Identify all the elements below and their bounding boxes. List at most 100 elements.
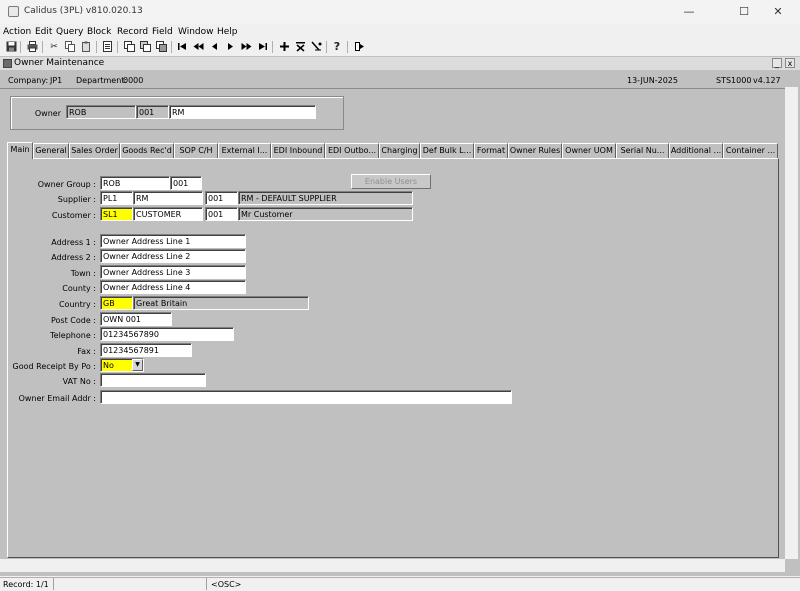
status-bar <box>0 577 800 591</box>
menu-field[interactable]: Field <box>152 27 173 37</box>
owner-code-field[interactable]: ROB <box>66 105 136 119</box>
owner-email-field[interactable] <box>100 390 512 404</box>
first-record-icon[interactable] <box>176 41 188 53</box>
horizontal-scrollbar[interactable] <box>0 559 785 572</box>
menu-edit[interactable]: Edit <box>35 27 52 37</box>
owner-email-label: Owner Email Addr : <box>18 394 96 403</box>
tab-container[interactable]: Container ... <box>723 143 778 158</box>
customer-code-field[interactable]: SL1 <box>100 207 133 221</box>
minimize-button[interactable]: — <box>675 4 703 20</box>
customer-number-field[interactable]: 001 <box>205 207 238 221</box>
status-separator <box>53 578 54 590</box>
tab-charging[interactable]: Charging <box>379 143 420 158</box>
next-set-icon[interactable] <box>240 41 252 53</box>
tab-owner-uom[interactable]: Owner UOM <box>562 143 616 158</box>
supplier-code-field[interactable]: PL1 <box>100 191 133 205</box>
post-code-label: Post Code : <box>51 316 96 325</box>
tab-external[interactable]: External I... <box>218 143 271 158</box>
tab-goods-recd[interactable]: Goods Rec'd <box>120 143 174 158</box>
divider <box>0 88 785 89</box>
tab-sop-ch[interactable]: SOP C/H <box>174 143 218 158</box>
insert-record-icon[interactable] <box>278 41 290 53</box>
telephone-field[interactable]: 01234567890 <box>100 327 234 341</box>
maximize-button[interactable]: ☐ <box>730 4 758 20</box>
version-value: v4.127 <box>753 76 781 85</box>
form-title-bar <box>0 57 800 70</box>
tab-additional[interactable]: Additional ... <box>669 143 723 158</box>
menu-action[interactable]: Action <box>3 27 31 37</box>
clear-icon[interactable] <box>101 41 113 53</box>
country-name-field[interactable]: Great Britain <box>133 296 309 310</box>
department-label: Department: <box>76 76 128 85</box>
duplicate-icon[interactable] <box>155 41 167 53</box>
menu-record[interactable]: Record <box>117 27 148 37</box>
form-close-button[interactable]: x <box>785 58 795 68</box>
owner-number-field[interactable]: 001 <box>136 105 169 119</box>
form-minimize-button[interactable]: _ <box>772 58 782 68</box>
print-icon[interactable] <box>26 41 38 53</box>
new-window-icon[interactable] <box>123 41 135 53</box>
copy-icon[interactable] <box>64 41 76 53</box>
prev-set-icon[interactable] <box>192 41 204 53</box>
customer-description-field[interactable]: Mr Customer <box>238 207 413 221</box>
customer-label: Customer : <box>51 211 96 220</box>
window-title: Calidus (3PL) v810.020.13 <box>24 6 143 16</box>
supplier-label: Supplier : <box>57 195 96 204</box>
close-button[interactable]: ✕ <box>764 4 792 20</box>
tab-serial-numbers[interactable]: Serial Nu... <box>616 143 669 158</box>
menu-block[interactable]: Block <box>87 27 111 37</box>
supplier-description-field[interactable]: RM - DEFAULT SUPPLIER <box>238 191 413 205</box>
menu-help[interactable]: Help <box>217 27 238 37</box>
country-label: Country : <box>58 300 96 309</box>
customer-name-field[interactable]: CUSTOMER <box>133 207 203 221</box>
tab-main[interactable]: Main <box>7 142 33 159</box>
status-separator <box>206 578 207 590</box>
town-label: Town : <box>70 269 96 278</box>
last-record-icon[interactable] <box>256 41 268 53</box>
delete-record-icon[interactable] <box>294 41 306 53</box>
next-record-icon[interactable] <box>224 41 236 53</box>
supplier-name-field[interactable]: RM <box>133 191 203 205</box>
tab-sales-order[interactable]: Sales Order <box>69 143 120 158</box>
dropdown-arrow-icon[interactable]: ▼ <box>132 359 143 371</box>
tab-format[interactable]: Format <box>474 143 508 158</box>
town-field[interactable]: Owner Address Line 3 <box>100 265 246 279</box>
owner-name-field[interactable]: RM <box>169 105 316 119</box>
prev-record-icon[interactable] <box>208 41 220 53</box>
enable-users-button[interactable]: Enable Users <box>351 174 431 189</box>
save-icon[interactable] <box>5 41 17 53</box>
vertical-scrollbar[interactable] <box>785 87 798 559</box>
menu-window[interactable]: Window <box>178 27 214 37</box>
fax-label: Fax : <box>77 347 96 356</box>
query-icon[interactable] <box>310 41 322 53</box>
tab-general[interactable]: General <box>33 143 69 158</box>
owner-label: Owner <box>34 109 61 118</box>
supplier-number-field[interactable]: 001 <box>205 191 238 205</box>
tab-owner-rules[interactable]: Owner Rules <box>508 143 562 158</box>
company-value: JP1 <box>50 76 63 85</box>
tab-edi-inbound[interactable]: EDI Inbound <box>271 143 325 158</box>
toolbar-separator <box>347 41 348 53</box>
address1-field[interactable]: Owner Address Line 1 <box>100 234 246 248</box>
owner-group-code-field[interactable]: ROB <box>100 176 170 190</box>
fax-field[interactable]: 01234567891 <box>100 343 192 357</box>
cut-icon[interactable]: ✂ <box>48 41 60 53</box>
company-label: Company: <box>8 76 49 85</box>
paste-icon[interactable] <box>80 41 92 53</box>
county-field[interactable]: Owner Address Line 4 <box>100 280 246 294</box>
tab-def-bulk[interactable]: Def Bulk L... <box>420 143 474 158</box>
toolbar-separator <box>42 41 43 53</box>
post-code-field[interactable]: OWN 001 <box>100 312 172 326</box>
vat-no-field[interactable] <box>100 373 206 387</box>
address2-field[interactable]: Owner Address Line 2 <box>100 249 246 263</box>
country-code-field[interactable]: GB <box>100 296 133 310</box>
app-icon <box>8 6 19 17</box>
tab-edi-outbound[interactable]: EDI Outbo... <box>325 143 379 158</box>
vat-no-label: VAT No : <box>62 377 96 386</box>
address2-label: Address 2 : <box>51 253 96 262</box>
menu-query[interactable]: Query <box>56 27 83 37</box>
help-icon[interactable]: ? <box>331 41 343 53</box>
owner-group-number-field[interactable]: 001 <box>170 176 202 190</box>
exit-icon[interactable] <box>353 41 365 53</box>
copy-record-icon[interactable] <box>139 41 151 53</box>
